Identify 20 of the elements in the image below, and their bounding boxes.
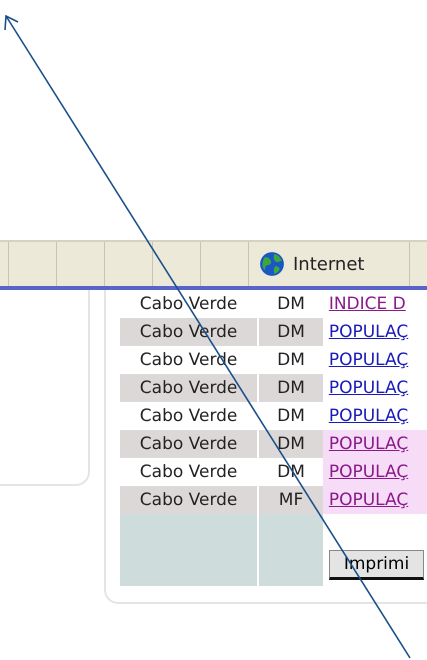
indicator-link[interactable]: POPULAÇ [322, 486, 427, 514]
country-cell: Cabo Verde [120, 374, 258, 402]
indicator-link[interactable]: POPULAÇ [322, 430, 427, 458]
country-cell: Cabo Verde [120, 290, 258, 318]
code-cell: DM [258, 430, 323, 458]
globe-icon [259, 251, 285, 277]
indicator-link[interactable]: POPULAÇ [322, 402, 427, 430]
code-cell: MF [258, 486, 323, 514]
indicator-link[interactable]: POPULAÇ [322, 318, 427, 346]
code-cell: DM [258, 318, 323, 346]
indicator-link[interactable]: INDICE D [322, 290, 427, 318]
indicator-link[interactable]: POPULAÇ [322, 458, 427, 486]
country-cell: Cabo Verde [120, 458, 258, 486]
country-cell: Cabo Verde [120, 402, 258, 430]
security-zone-label: Internet [293, 254, 364, 274]
country-cell: Cabo Verde [120, 430, 258, 458]
indicator-link[interactable]: POPULAÇ [322, 346, 427, 374]
code-cell: DM [258, 374, 323, 402]
country-cell: Cabo Verde [120, 486, 258, 514]
indicator-link[interactable]: POPULAÇ [322, 374, 427, 402]
